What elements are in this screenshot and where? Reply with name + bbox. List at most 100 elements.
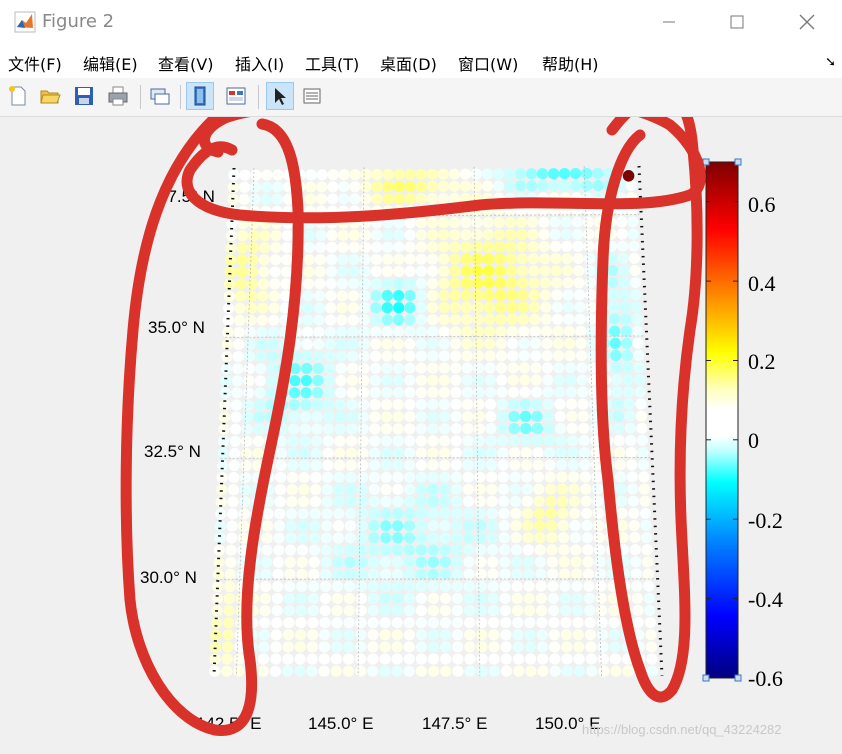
- data-point: [267, 351, 278, 362]
- data-point: [516, 217, 527, 228]
- data-point: [355, 666, 366, 677]
- data-point: [645, 617, 656, 628]
- data-point: [501, 641, 512, 652]
- data-point: [634, 362, 645, 373]
- menu-bar: 文件(F) 编辑(E) 查看(V) 插入(I) 工具(T) 桌面(D) 窗口(W…: [0, 44, 842, 78]
- data-point: [630, 289, 641, 300]
- data-point: [499, 520, 510, 531]
- close-button[interactable]: [772, 0, 842, 44]
- data-point: [552, 314, 563, 325]
- menu-insert[interactable]: 插入(I): [235, 51, 284, 75]
- data-point: [427, 254, 438, 265]
- colorbar-handle-bottom-right[interactable]: [735, 675, 741, 681]
- menu-edit[interactable]: 编辑(E): [83, 51, 138, 75]
- insert-colorbar-button[interactable]: [298, 82, 326, 110]
- data-point: [440, 593, 451, 604]
- data-point: [241, 448, 252, 459]
- data-point: [238, 520, 249, 531]
- colorbar-handle-bottom-left[interactable]: [703, 675, 709, 681]
- data-point: [488, 641, 499, 652]
- data-point: [338, 181, 349, 192]
- colorbar[interactable]: [706, 162, 738, 678]
- data-point: [428, 617, 439, 628]
- data-point: [629, 265, 640, 276]
- minimize-button[interactable]: [634, 0, 704, 44]
- data-point: [584, 593, 595, 604]
- data-point: [629, 532, 640, 543]
- data-point: [360, 230, 371, 241]
- menu-desktop[interactable]: 桌面(D): [380, 51, 437, 75]
- data-point: [439, 472, 450, 483]
- data-point: [585, 629, 596, 640]
- data-point: [218, 424, 229, 435]
- data-point: [581, 496, 592, 507]
- data-point: [464, 569, 475, 580]
- menu-view[interactable]: 查看(V): [158, 51, 213, 75]
- data-point: [319, 641, 330, 652]
- data-point: [483, 229, 494, 240]
- data-point: [380, 605, 391, 616]
- data-point: [336, 339, 347, 350]
- data-point: [370, 302, 381, 313]
- new-figure-button[interactable]: [4, 82, 32, 110]
- data-point: [493, 181, 504, 192]
- data-point: [558, 520, 569, 531]
- colorbar-handle-top-right[interactable]: [735, 159, 741, 165]
- dock-figure-icon[interactable]: ➘: [825, 55, 836, 70]
- data-point: [633, 617, 644, 628]
- data-point: [527, 217, 538, 228]
- data-point: [283, 617, 294, 628]
- data-point: [355, 629, 366, 640]
- data-point: [299, 472, 310, 483]
- show-plot-tools-button[interactable]: [222, 82, 250, 110]
- data-point: [286, 508, 297, 519]
- hide-plot-tools-button[interactable]: [186, 82, 214, 110]
- data-point: [250, 182, 261, 193]
- data-point: [488, 605, 499, 616]
- data-point: [625, 435, 636, 446]
- data-point: [521, 447, 532, 458]
- data-point: [322, 472, 333, 483]
- data-point: [451, 447, 462, 458]
- menu-window[interactable]: 窗口(W): [458, 51, 518, 75]
- edit-plot-button[interactable]: [266, 82, 294, 110]
- data-point: [626, 180, 637, 191]
- maximize-button[interactable]: [702, 0, 772, 44]
- data-point: [327, 193, 338, 204]
- data-point: [358, 435, 369, 446]
- data-point: [246, 303, 257, 314]
- data-point: [533, 459, 544, 470]
- data-point: [487, 520, 498, 531]
- menu-tools[interactable]: 工具(T): [305, 51, 359, 75]
- data-point: [338, 193, 349, 204]
- data-point: [288, 448, 299, 459]
- data-point: [450, 363, 461, 374]
- data-point: [546, 520, 557, 531]
- data-point: [333, 520, 344, 531]
- data-point: [393, 278, 404, 289]
- data-point: [570, 532, 581, 543]
- menu-help[interactable]: 帮助(H): [542, 51, 599, 75]
- data-point: [537, 629, 548, 640]
- link-plot-button[interactable]: [146, 82, 174, 110]
- open-file-button[interactable]: [36, 82, 64, 110]
- data-point: [276, 460, 287, 471]
- data-point: [428, 605, 439, 616]
- data-point: [508, 411, 519, 422]
- data-point: [345, 532, 356, 543]
- data-point: [532, 435, 543, 446]
- data-point: [485, 399, 496, 410]
- data-point: [560, 217, 571, 228]
- data-point: [621, 338, 632, 349]
- print-button[interactable]: [104, 82, 132, 110]
- menu-file[interactable]: 文件(F): [8, 51, 62, 75]
- data-point: [579, 435, 590, 446]
- save-button[interactable]: [70, 82, 98, 110]
- data-point: [616, 496, 627, 507]
- data-point: [496, 375, 507, 386]
- data-point: [380, 617, 391, 628]
- data-point: [627, 471, 638, 482]
- data-point: [344, 617, 355, 628]
- data-point: [369, 460, 380, 471]
- data-point: [450, 375, 461, 386]
